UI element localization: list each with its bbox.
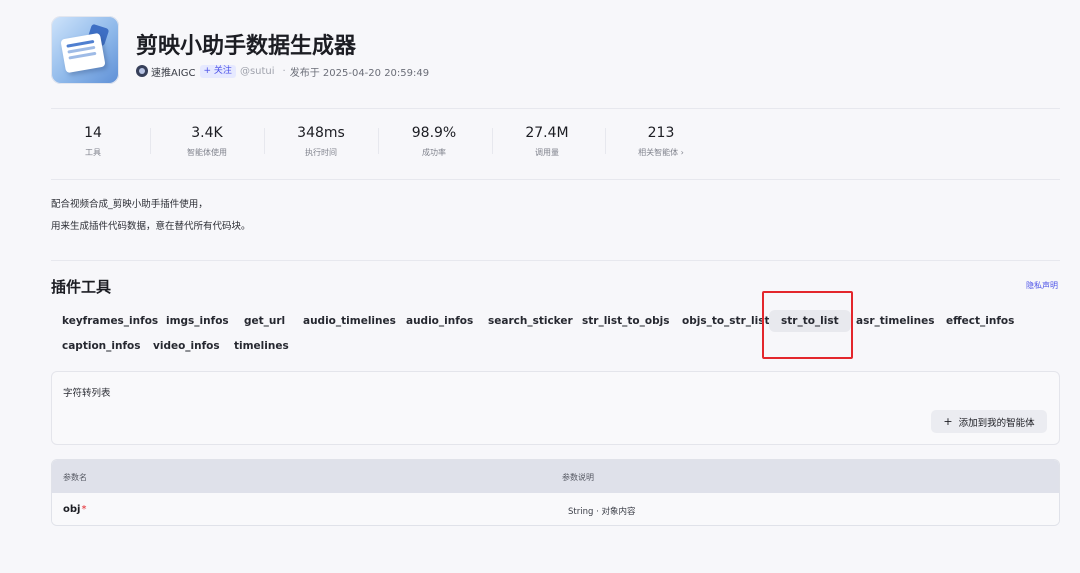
stat-label: 相关智能体 ›: [638, 148, 684, 157]
stat-value: 213: [647, 125, 675, 141]
divider: [51, 260, 1060, 261]
param-name: obj: [63, 504, 81, 515]
stat-value: 14: [84, 125, 102, 141]
stat-call-count: 27.4M 调用量: [517, 125, 577, 158]
tab-objs-to-str-list[interactable]: objs_to_str_list: [682, 310, 769, 332]
page-title: 剪映小助手数据生成器: [136, 34, 357, 59]
stat-divider: [492, 128, 493, 154]
stat-exec-time: 348ms 执行时间: [291, 125, 351, 158]
stat-divider: [378, 128, 379, 154]
table-row: obj* String · 对象内容: [52, 493, 1059, 525]
follow-button[interactable]: + 关注: [199, 64, 236, 78]
stat-label: 成功率: [422, 148, 446, 157]
divider: [51, 108, 1060, 109]
tools-section-title: 插件工具: [51, 278, 112, 296]
tool-card: [51, 371, 1060, 445]
stat-divider: [150, 128, 151, 154]
stat-label: 调用量: [535, 148, 559, 157]
description-line: 配合视频合成_剪映小助手插件使用，: [51, 199, 208, 210]
privacy-link[interactable]: 隐私声明: [1026, 280, 1058, 291]
tab-keyframes-infos[interactable]: keyframes_infos: [62, 310, 158, 332]
tab-audio-timelines[interactable]: audio_timelines: [303, 310, 396, 332]
column-header-param-name: 参数名: [63, 473, 87, 482]
stat-value: 27.4M: [525, 125, 569, 141]
plugin-logo: [51, 16, 119, 84]
param-description: String · 对象内容: [568, 507, 636, 517]
tab-timelines[interactable]: timelines: [234, 335, 289, 357]
stat-divider: [264, 128, 265, 154]
stat-label: 智能体使用: [187, 148, 227, 157]
param-name-cell: obj*: [63, 504, 86, 515]
stat-related-agents[interactable]: 213 相关智能体 ›: [628, 125, 694, 158]
stat-tools: 14 工具: [73, 125, 113, 158]
params-table: 参数名 参数说明 obj* String · 对象内容: [51, 459, 1060, 526]
tab-asr-timelines[interactable]: asr_timelines: [856, 310, 935, 332]
tab-effect-infos[interactable]: effect_infos: [946, 310, 1014, 332]
stat-success-rate: 98.9% 成功率: [404, 125, 464, 158]
tab-audio-infos[interactable]: audio_infos: [406, 310, 473, 332]
stat-value: 3.4K: [191, 125, 223, 141]
divider: [51, 179, 1060, 180]
author-handle: @sutui: [239, 65, 275, 77]
add-to-agent-label: 添加到我的智能体: [958, 417, 1035, 429]
tab-search-sticker[interactable]: search_sticker: [488, 310, 573, 332]
required-mark: *: [81, 504, 87, 515]
description-line: 用来生成插件代码数据，意在替代所有代码块。: [51, 221, 251, 232]
stat-label: 执行时间: [305, 148, 337, 157]
publish-date: 发布于 2025-04-20 20:59:49: [289, 67, 430, 79]
logo-card-shape: [60, 32, 106, 74]
tab-get-url[interactable]: get_url: [244, 310, 285, 332]
plus-icon: +: [943, 415, 953, 428]
add-to-agent-button[interactable]: + 添加到我的智能体: [931, 410, 1047, 433]
table-header: 参数名 参数说明: [52, 460, 1059, 493]
meta-separator: ·: [282, 65, 286, 77]
tab-str-list-to-objs[interactable]: str_list_to_objs: [582, 310, 669, 332]
active-tab-highlight-box: [762, 291, 853, 359]
stat-value: 348ms: [297, 125, 345, 141]
column-header-param-desc: 参数说明: [562, 473, 594, 482]
tool-description: 字符转列表: [63, 388, 111, 399]
stat-label: 工具: [85, 148, 101, 157]
plugin-meta: 速推AIGC + 关注 @sutui · 发布于 2025-04-20 20:5…: [136, 64, 430, 79]
author-avatar[interactable]: [136, 65, 148, 77]
stat-agent-usage: 3.4K 智能体使用: [177, 125, 237, 158]
stat-value: 98.9%: [411, 125, 457, 141]
tab-caption-infos[interactable]: caption_infos: [62, 335, 141, 357]
stat-divider: [605, 128, 606, 154]
author-name[interactable]: 速推AIGC: [151, 64, 196, 79]
tab-imgs-infos[interactable]: imgs_infos: [166, 310, 229, 332]
tab-video-infos[interactable]: video_infos: [153, 335, 220, 357]
